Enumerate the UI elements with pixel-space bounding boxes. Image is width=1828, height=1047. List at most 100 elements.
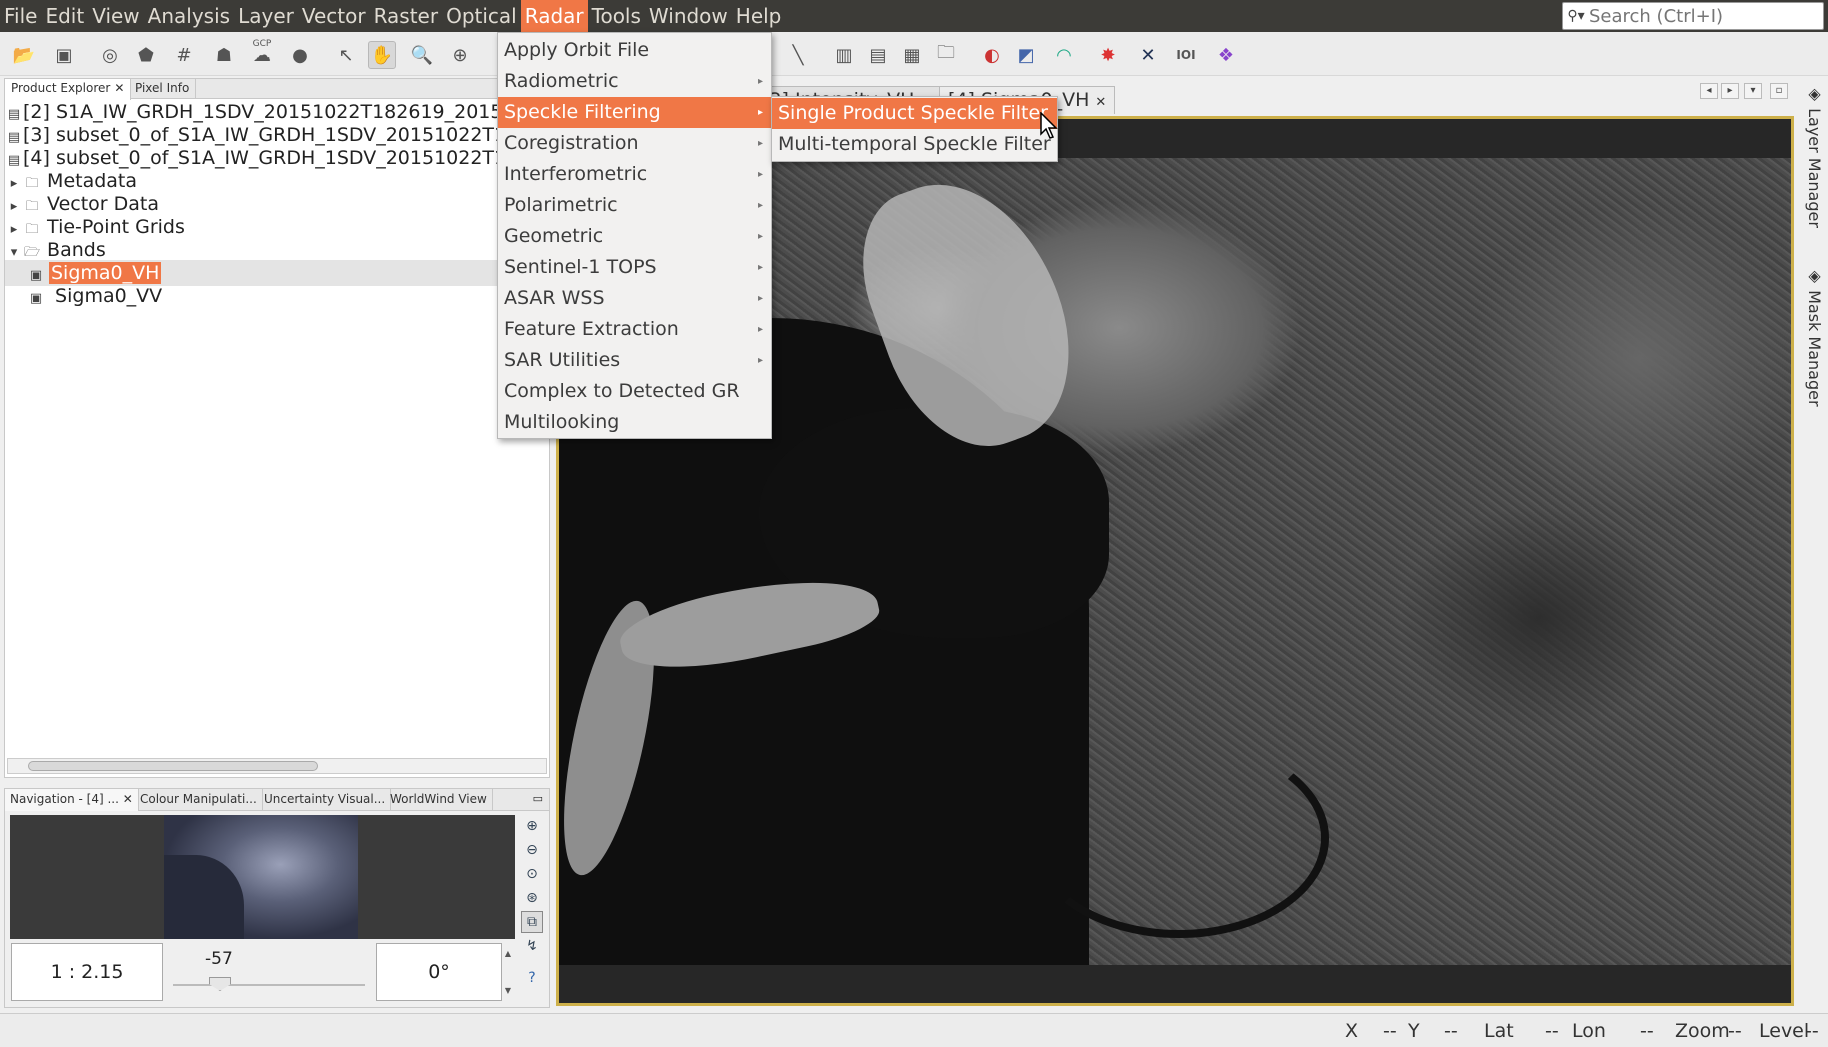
gcp-icon[interactable]: GCP ☁ (248, 39, 276, 69)
chevron-right-icon: ▸ (757, 324, 763, 335)
tab-product-explorer[interactable]: Product Explorer ✕ (5, 79, 132, 100)
close-icon[interactable]: ✕ (114, 81, 124, 95)
tab-layer-manager[interactable]: ◈ Layer Manager (1798, 84, 1824, 228)
zoom-ratio-field[interactable]: 1 : 2.15 (11, 943, 163, 1001)
menu-analysis[interactable]: Analysis (144, 0, 234, 32)
pixel-info-icon[interactable]: ⊕ (446, 41, 474, 69)
zoom-out-icon[interactable]: ⊖ (521, 839, 543, 861)
crossed-icon[interactable]: ✕ (1134, 41, 1162, 69)
menu-item-polarimetric[interactable]: Polarimetric ▸ (498, 190, 771, 221)
zoom-slider-handle[interactable] (209, 977, 231, 991)
sync-views-icon[interactable]: ⧉ (521, 911, 543, 933)
band-icon: ▣ (29, 291, 43, 306)
tab-colour-manipulation[interactable]: Colour Manipulati... (135, 789, 263, 811)
open-product-icon[interactable]: 📂 (10, 41, 38, 69)
menubar: File Edit View Analysis Layer Vector Ras… (0, 0, 1828, 32)
save-product-icon[interactable]: ▣ (50, 41, 78, 69)
navigation-thumbnail[interactable] (10, 815, 515, 939)
menu-layer[interactable]: Layer (234, 0, 298, 32)
status-zoom-value: -- (1728, 1020, 1742, 1042)
tab-pixel-info[interactable]: Pixel Info (129, 79, 197, 99)
gcp-label: GCP (252, 39, 272, 49)
menu-help[interactable]: Help (732, 0, 786, 32)
menu-item-complex-to-detected-gr[interactable]: Complex to Detected GR (498, 376, 771, 407)
menu-edit[interactable]: Edit (41, 0, 88, 32)
tile-horizontal-icon[interactable]: ▤ (864, 41, 892, 69)
menu-window[interactable]: Window (645, 0, 732, 32)
status-level-label: Level (1759, 1020, 1810, 1042)
color-manipulation-icon[interactable]: ◐ (978, 41, 1006, 69)
close-icon[interactable]: ✕ (123, 792, 133, 806)
tab-mask-manager[interactable]: ◈ Mask Manager (1798, 266, 1824, 407)
menu-radar[interactable]: Radar (520, 0, 588, 32)
scrollbar-thumb[interactable] (28, 761, 318, 771)
menu-item-feature-extraction[interactable]: Feature Extraction ▸ (498, 314, 771, 345)
tile-grid-icon[interactable]: ▦ (898, 41, 926, 69)
range-finder-icon[interactable]: ☗ (210, 41, 238, 69)
menu-item-label: Single Product Speckle Filter (778, 102, 1048, 124)
menu-item-multilooking[interactable]: Multilooking (498, 407, 771, 438)
wave-icon[interactable]: ◠ (1050, 41, 1078, 69)
menu-item-apply-orbit-file[interactable]: Apply Orbit File (498, 35, 771, 66)
tree-band-sigma0-vv[interactable]: ▣ Sigma0_VV (5, 283, 549, 309)
folder-label: Vector Data (47, 193, 159, 215)
menu-item-sar-utilities[interactable]: SAR Utilities ▸ (498, 345, 771, 376)
menu-tools[interactable]: Tools (588, 0, 645, 32)
zoom-tool-icon[interactable]: 🔍 (408, 41, 436, 69)
batch-processing-icon[interactable]: # (170, 41, 198, 69)
pin-icon[interactable]: ● (286, 41, 314, 69)
star-icon[interactable]: ✸ (1094, 41, 1122, 69)
menu-view[interactable]: View (88, 0, 143, 32)
minimize-icon[interactable]: ▭ (533, 792, 543, 805)
tab-worldwind-view[interactable]: WorldWind View (385, 789, 493, 811)
pan-tool-icon[interactable]: ✋ (368, 41, 396, 69)
zoom-slider-track[interactable] (173, 984, 365, 986)
zoom-actual-icon[interactable]: ⊙ (521, 863, 543, 885)
menu-raster[interactable]: Raster (370, 0, 443, 32)
horizontal-scrollbar[interactable] (7, 758, 547, 774)
graph-builder-icon[interactable]: ⬟ (132, 41, 160, 69)
zoom-all-icon[interactable]: ⊛ (521, 887, 543, 909)
tab-uncertainty-visualisation[interactable]: Uncertainty Visual... (259, 789, 392, 811)
tile-vertical-icon[interactable]: ▥ (830, 41, 858, 69)
tab-list-icon[interactable]: ▾ (1744, 83, 1762, 99)
menu-file[interactable]: File (0, 0, 41, 32)
search-input[interactable] (1589, 5, 1817, 27)
menu-item-asar-wss[interactable]: ASAR WSS ▸ (498, 283, 771, 314)
chevron-right-icon: ▸ (757, 262, 763, 273)
help-icon[interactable]: ? (521, 967, 543, 989)
rotation-field[interactable]: 0° (376, 943, 502, 1001)
edit-tool-icon[interactable]: ╲ (784, 41, 812, 69)
menu-item-interferometric[interactable]: Interferometric ▸ (498, 159, 771, 190)
menu-item-single-product-speckle-filter[interactable]: Single Product Speckle Filter (772, 98, 1057, 129)
tab-navigation[interactable]: Navigation - [4] ... ✕ (5, 789, 139, 811)
menu-item-coregistration[interactable]: Coregistration ▸ (498, 128, 771, 159)
menu-vector[interactable]: Vector (298, 0, 370, 32)
spin-up-icon[interactable]: ▲ (505, 949, 511, 958)
menu-optical[interactable]: Optical (442, 0, 521, 32)
menu-item-radiometric[interactable]: Radiometric ▸ (498, 66, 771, 97)
zoom-in-icon[interactable]: ⊕ (521, 815, 543, 837)
menu-item-geometric[interactable]: Geometric ▸ (498, 221, 771, 252)
select-tool-icon[interactable]: ↖ (332, 41, 360, 69)
status-x-value: -- (1383, 1020, 1397, 1042)
folder-icon[interactable]: 🗀 (932, 41, 960, 69)
spin-down-icon[interactable]: ▼ (505, 986, 511, 995)
menu-item-speckle-filtering[interactable]: Speckle Filtering ▸ (498, 97, 771, 128)
search-box: ⚲▾ (1562, 2, 1824, 30)
close-icon[interactable]: ✕ (1095, 95, 1106, 110)
menu-item-multi-temporal-speckle-filter[interactable]: Multi-temporal Speckle Filter (772, 129, 1057, 160)
sync-cursor-icon[interactable]: ↯ (521, 935, 543, 957)
menu-item-sentinel-1-tops[interactable]: Sentinel-1 TOPS ▸ (498, 252, 771, 283)
maximize-icon[interactable]: ▫ (1770, 83, 1788, 99)
binary-icon[interactable]: IOI (1172, 41, 1200, 69)
layer-icon[interactable]: ◩ (1012, 41, 1040, 69)
scroll-left-icon[interactable]: ◂ (1700, 83, 1718, 99)
cluster-icon[interactable]: ❖ (1212, 41, 1240, 69)
chevron-right-icon: ▸ (757, 138, 763, 149)
rotation-spinner[interactable]: ▲ ▼ (502, 943, 514, 1001)
product-label: [3] subset_0_of_S1A_IW_GRDH_1SDV_2015102… (23, 124, 549, 146)
product-library-icon[interactable]: ◎ (96, 41, 124, 69)
menu-item-label: Polarimetric (504, 194, 618, 216)
scroll-right-icon[interactable]: ▸ (1721, 83, 1739, 99)
